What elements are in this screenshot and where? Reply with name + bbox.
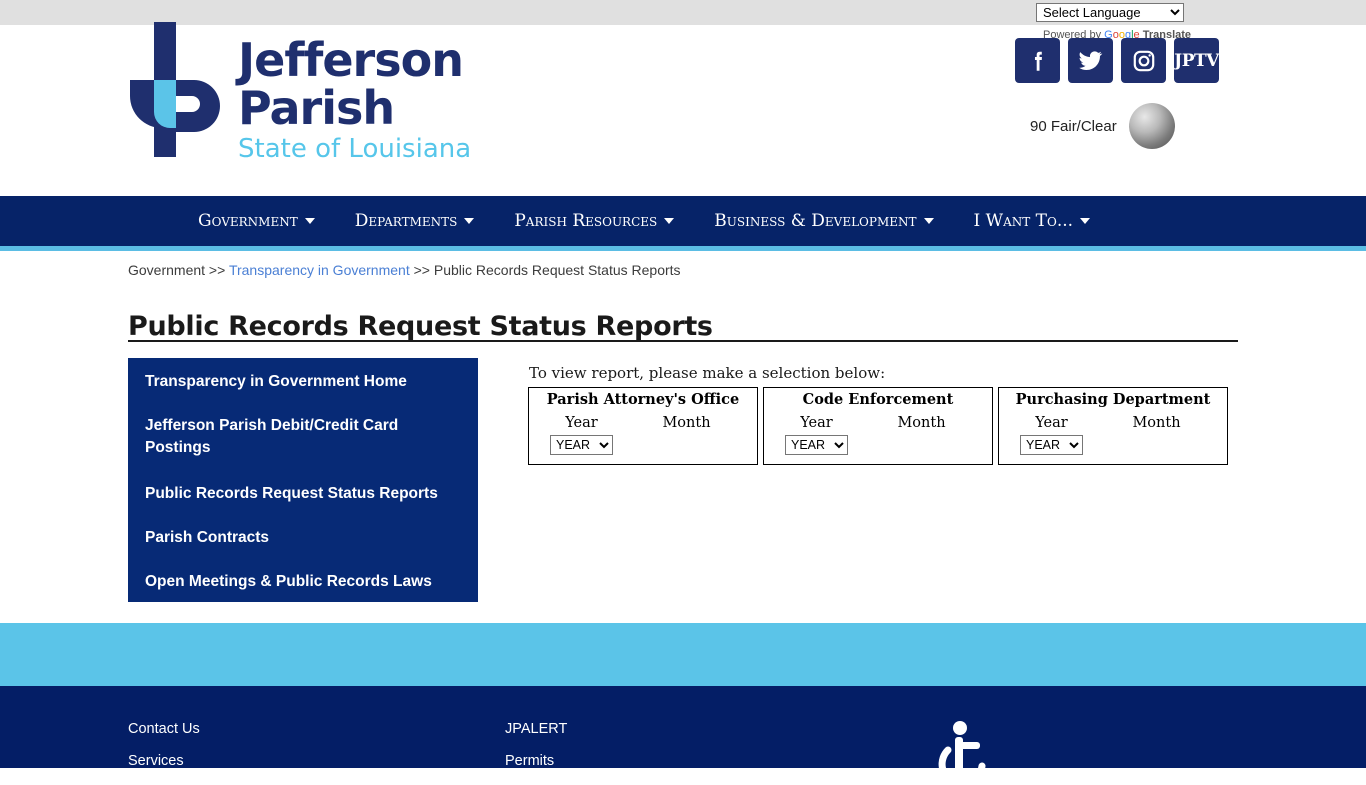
instagram-icon[interactable] — [1121, 38, 1166, 83]
social-links: JPTV — [1015, 38, 1219, 83]
sidebar-item-transparency-home[interactable]: Transparency in Government Home — [145, 371, 460, 393]
title-divider — [128, 340, 1238, 342]
nav-label: Departments — [354, 211, 458, 231]
nav-item-departments[interactable]: Departments — [355, 211, 475, 231]
year-label: Year — [1035, 415, 1068, 431]
nav-accent-line — [0, 246, 1366, 251]
footer-column-2: JPALERT Permits — [505, 713, 567, 777]
nav-label: Parish Resources — [514, 211, 658, 231]
language-select[interactable]: Select Language — [1036, 3, 1184, 22]
sidebar-item-debit-credit-card-postings[interactable]: Jefferson Parish Debit/Credit Card Posti… — [145, 415, 460, 459]
site-logo[interactable]: Jefferson Parish State of Louisiana — [128, 22, 488, 164]
footer-column-1: Contact Us Services — [128, 713, 200, 777]
card-code-enforcement: Code Enforcement Year Month YEAR — [763, 387, 993, 465]
month-label: Month — [1132, 415, 1181, 431]
jptv-icon[interactable]: JPTV — [1174, 38, 1219, 83]
weather-text: 90 Fair/Clear — [1030, 117, 1117, 135]
footer-link-jpalert[interactable]: JPALERT — [505, 713, 567, 745]
nav-item-business-development[interactable]: Business & Development — [714, 211, 934, 231]
jp-monogram-icon — [128, 22, 228, 157]
year-label: Year — [565, 415, 598, 431]
chevron-down-icon — [1080, 218, 1091, 224]
breadcrumb-root[interactable]: Government — [128, 262, 205, 278]
logo-line-3: State of Louisiana — [238, 134, 472, 164]
nav-label: Business & Development — [714, 211, 917, 231]
nav-item-government[interactable]: Government — [198, 211, 315, 231]
chevron-down-icon — [923, 218, 934, 224]
year-select-parish-attorneys-office[interactable]: YEAR — [550, 435, 613, 455]
card-purchasing-department: Purchasing Department Year Month YEAR — [998, 387, 1228, 465]
nav-item-i-want-to[interactable]: I Want To... — [974, 211, 1091, 231]
logo-text: Jefferson Parish State of Louisiana — [238, 36, 471, 166]
nav-item-parish-resources[interactable]: Parish Resources — [514, 211, 675, 231]
card-parish-attorneys-office: Parish Attorney's Office Year Month YEAR — [528, 387, 758, 465]
chevron-down-icon — [664, 218, 675, 224]
wheelchair-accessibility-icon[interactable] — [938, 718, 1000, 785]
sidebar-item-parish-contracts[interactable]: Parish Contracts — [145, 527, 460, 549]
breadcrumb-separator: >> — [409, 262, 434, 278]
sidebar-item-public-records-request-status-reports[interactable]: Public Records Request Status Reports — [145, 483, 460, 505]
year-label: Year — [800, 415, 833, 431]
footer-accent-band — [0, 623, 1366, 686]
sidebar-item-open-meetings-public-records-laws[interactable]: Open Meetings & Public Records Laws — [145, 571, 460, 593]
footer-link-permits[interactable]: Permits — [505, 745, 567, 777]
card-title: Purchasing Department — [1015, 391, 1211, 408]
weather-widget: 90 Fair/Clear — [1030, 103, 1175, 149]
breadcrumb-link-transparency[interactable]: Transparency in Government — [229, 262, 410, 278]
jptv-label: JPTV — [1174, 50, 1219, 71]
breadcrumb: Government >> Transparency in Government… — [128, 262, 681, 278]
month-label: Month — [662, 415, 711, 431]
twitter-icon[interactable] — [1068, 38, 1113, 83]
footer-link-services[interactable]: Services — [128, 745, 200, 777]
page-title: Public Records Request Status Reports — [128, 311, 713, 343]
nav-label: Government — [198, 211, 298, 231]
main-navigation: Government Departments Parish Resources … — [0, 196, 1366, 246]
logo-line-1: Jefferson — [238, 33, 464, 87]
weather-orb-icon — [1128, 103, 1175, 149]
site-footer: Contact Us Services JPALERT Permits — [0, 686, 1366, 769]
logo-line-2: Parish — [238, 81, 395, 135]
card-title: Parish Attorney's Office — [546, 391, 740, 408]
breadcrumb-separator: >> — [205, 262, 229, 278]
footer-link-contact-us[interactable]: Contact Us — [128, 713, 200, 745]
facebook-icon[interactable] — [1015, 38, 1060, 83]
month-label: Month — [897, 415, 946, 431]
section-sidebar: Transparency in Government Home Jefferso… — [128, 358, 478, 602]
report-selection-cards: Parish Attorney's Office Year Month YEAR… — [528, 387, 1228, 465]
year-select-purchasing-department[interactable]: YEAR — [1020, 435, 1083, 455]
nav-label: I Want To... — [973, 211, 1074, 231]
breadcrumb-current: Public Records Request Status Reports — [433, 262, 681, 278]
chevron-down-icon — [304, 218, 315, 224]
card-title: Code Enforcement — [802, 391, 954, 408]
chevron-down-icon — [464, 218, 475, 224]
selection-instructions: To view report, please make a selection … — [529, 364, 886, 382]
year-select-code-enforcement[interactable]: YEAR — [785, 435, 848, 455]
